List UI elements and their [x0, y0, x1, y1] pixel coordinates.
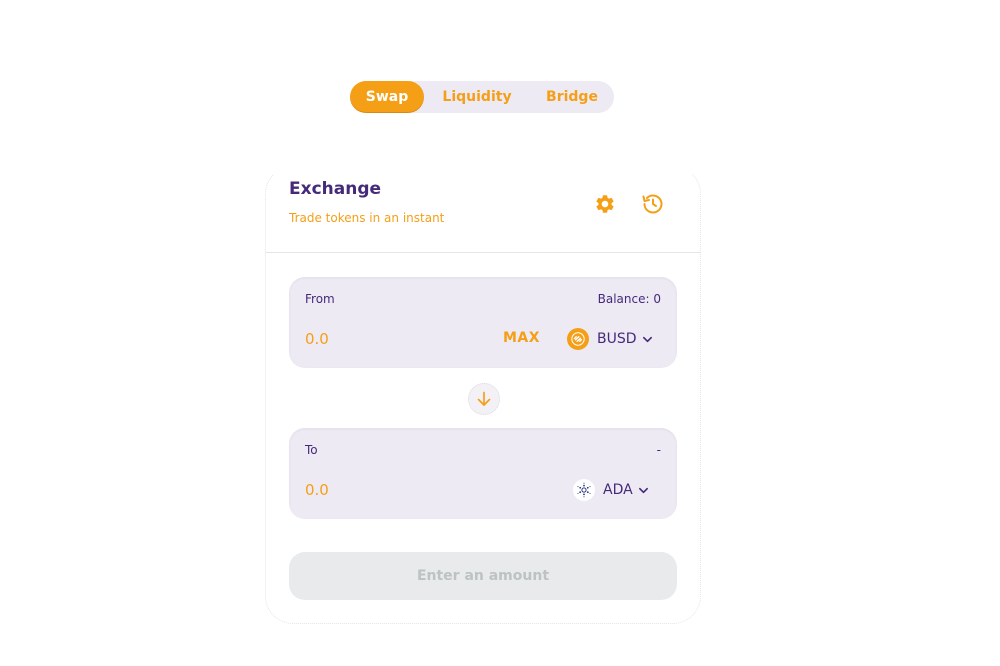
swap-direction-button[interactable]: [468, 383, 500, 415]
chevron-down-icon: [642, 334, 653, 345]
to-token-symbol: ADA: [603, 482, 633, 498]
chevron-down-icon: [638, 485, 649, 496]
history-button[interactable]: [640, 191, 666, 217]
history-icon: [641, 192, 665, 216]
enter-amount-button[interactable]: Enter an amount: [289, 552, 677, 600]
balance-text: Balance: 0: [597, 292, 661, 306]
card-header: Exchange Trade tokens in an instant: [266, 167, 700, 253]
swap-nav: Swap Liquidity Bridge: [350, 81, 614, 113]
tab-liquidity[interactable]: Liquidity: [424, 81, 530, 113]
from-token-select[interactable]: BUSD: [567, 326, 653, 352]
to-amount-input[interactable]: [305, 478, 455, 502]
to-panel: To - ADA: [289, 428, 677, 519]
to-right-text: -: [656, 443, 661, 457]
busd-token-icon: [567, 328, 589, 350]
arrow-down-icon: [475, 390, 493, 408]
from-amount-input[interactable]: [305, 327, 455, 351]
exchange-card: Exchange Trade tokens in an instant From…: [265, 166, 701, 624]
max-button[interactable]: MAX: [503, 330, 540, 346]
gear-icon: [594, 193, 616, 215]
tab-swap[interactable]: Swap: [350, 81, 424, 113]
from-label: From: [305, 292, 335, 306]
from-panel: From Balance: 0 MAX BUSD: [289, 277, 677, 368]
to-token-select[interactable]: ADA: [573, 477, 649, 503]
settings-button[interactable]: [592, 191, 618, 217]
from-token-symbol: BUSD: [597, 331, 637, 347]
page-subtitle: Trade tokens in an instant: [289, 211, 445, 225]
page-title: Exchange: [289, 179, 382, 199]
tab-bridge[interactable]: Bridge: [530, 81, 614, 113]
to-label: To: [305, 443, 318, 457]
ada-token-icon: [573, 479, 595, 501]
